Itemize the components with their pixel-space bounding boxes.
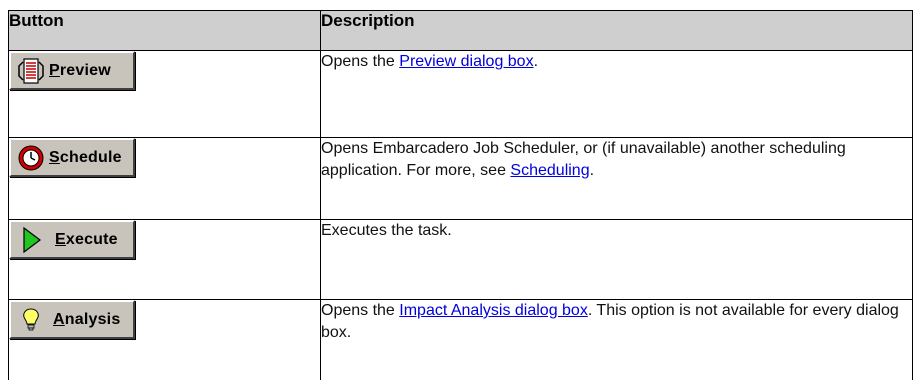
table-header-row: Button Description <box>9 11 913 51</box>
description-cell: Executes the task. <box>321 220 913 300</box>
impact-analysis-dialog-link[interactable]: Impact Analysis dialog box <box>399 302 588 319</box>
preview-button[interactable]: Preview <box>9 51 135 90</box>
preview-button-label: Preview <box>49 62 111 80</box>
description-cell: Opens Embarcadero Job Scheduler, or (if … <box>321 138 913 220</box>
table-row: Preview Opens the Preview dialog box. <box>9 51 913 138</box>
clock-icon <box>17 143 45 173</box>
column-header-description: Description <box>321 11 913 51</box>
preview-dialog-link[interactable]: Preview dialog box <box>399 53 533 70</box>
play-icon <box>17 225 45 255</box>
execute-button[interactable]: Execute <box>9 220 135 259</box>
column-header-button: Button <box>9 11 321 51</box>
description-cell: Opens the Preview dialog box. <box>321 51 913 138</box>
schedule-button-label: Schedule <box>49 149 122 167</box>
scheduling-link[interactable]: Scheduling <box>510 162 589 179</box>
button-description-table: Button Description <box>8 10 913 380</box>
description-cell: Opens the Impact Analysis dialog box. Th… <box>321 300 913 380</box>
table-row: Schedule Opens Embarcadero Job Scheduler… <box>9 138 913 220</box>
analysis-button[interactable]: Analysis <box>9 300 135 339</box>
preview-icon <box>17 56 45 86</box>
lightbulb-icon <box>17 305 45 335</box>
analysis-button-label: Analysis <box>53 311 120 329</box>
table-row: Execute Executes the task. <box>9 220 913 300</box>
schedule-button[interactable]: Schedule <box>9 138 135 177</box>
execute-button-label: Execute <box>55 231 118 249</box>
table-row: Analysis Opens the Impact Analysis dialo… <box>9 300 913 380</box>
